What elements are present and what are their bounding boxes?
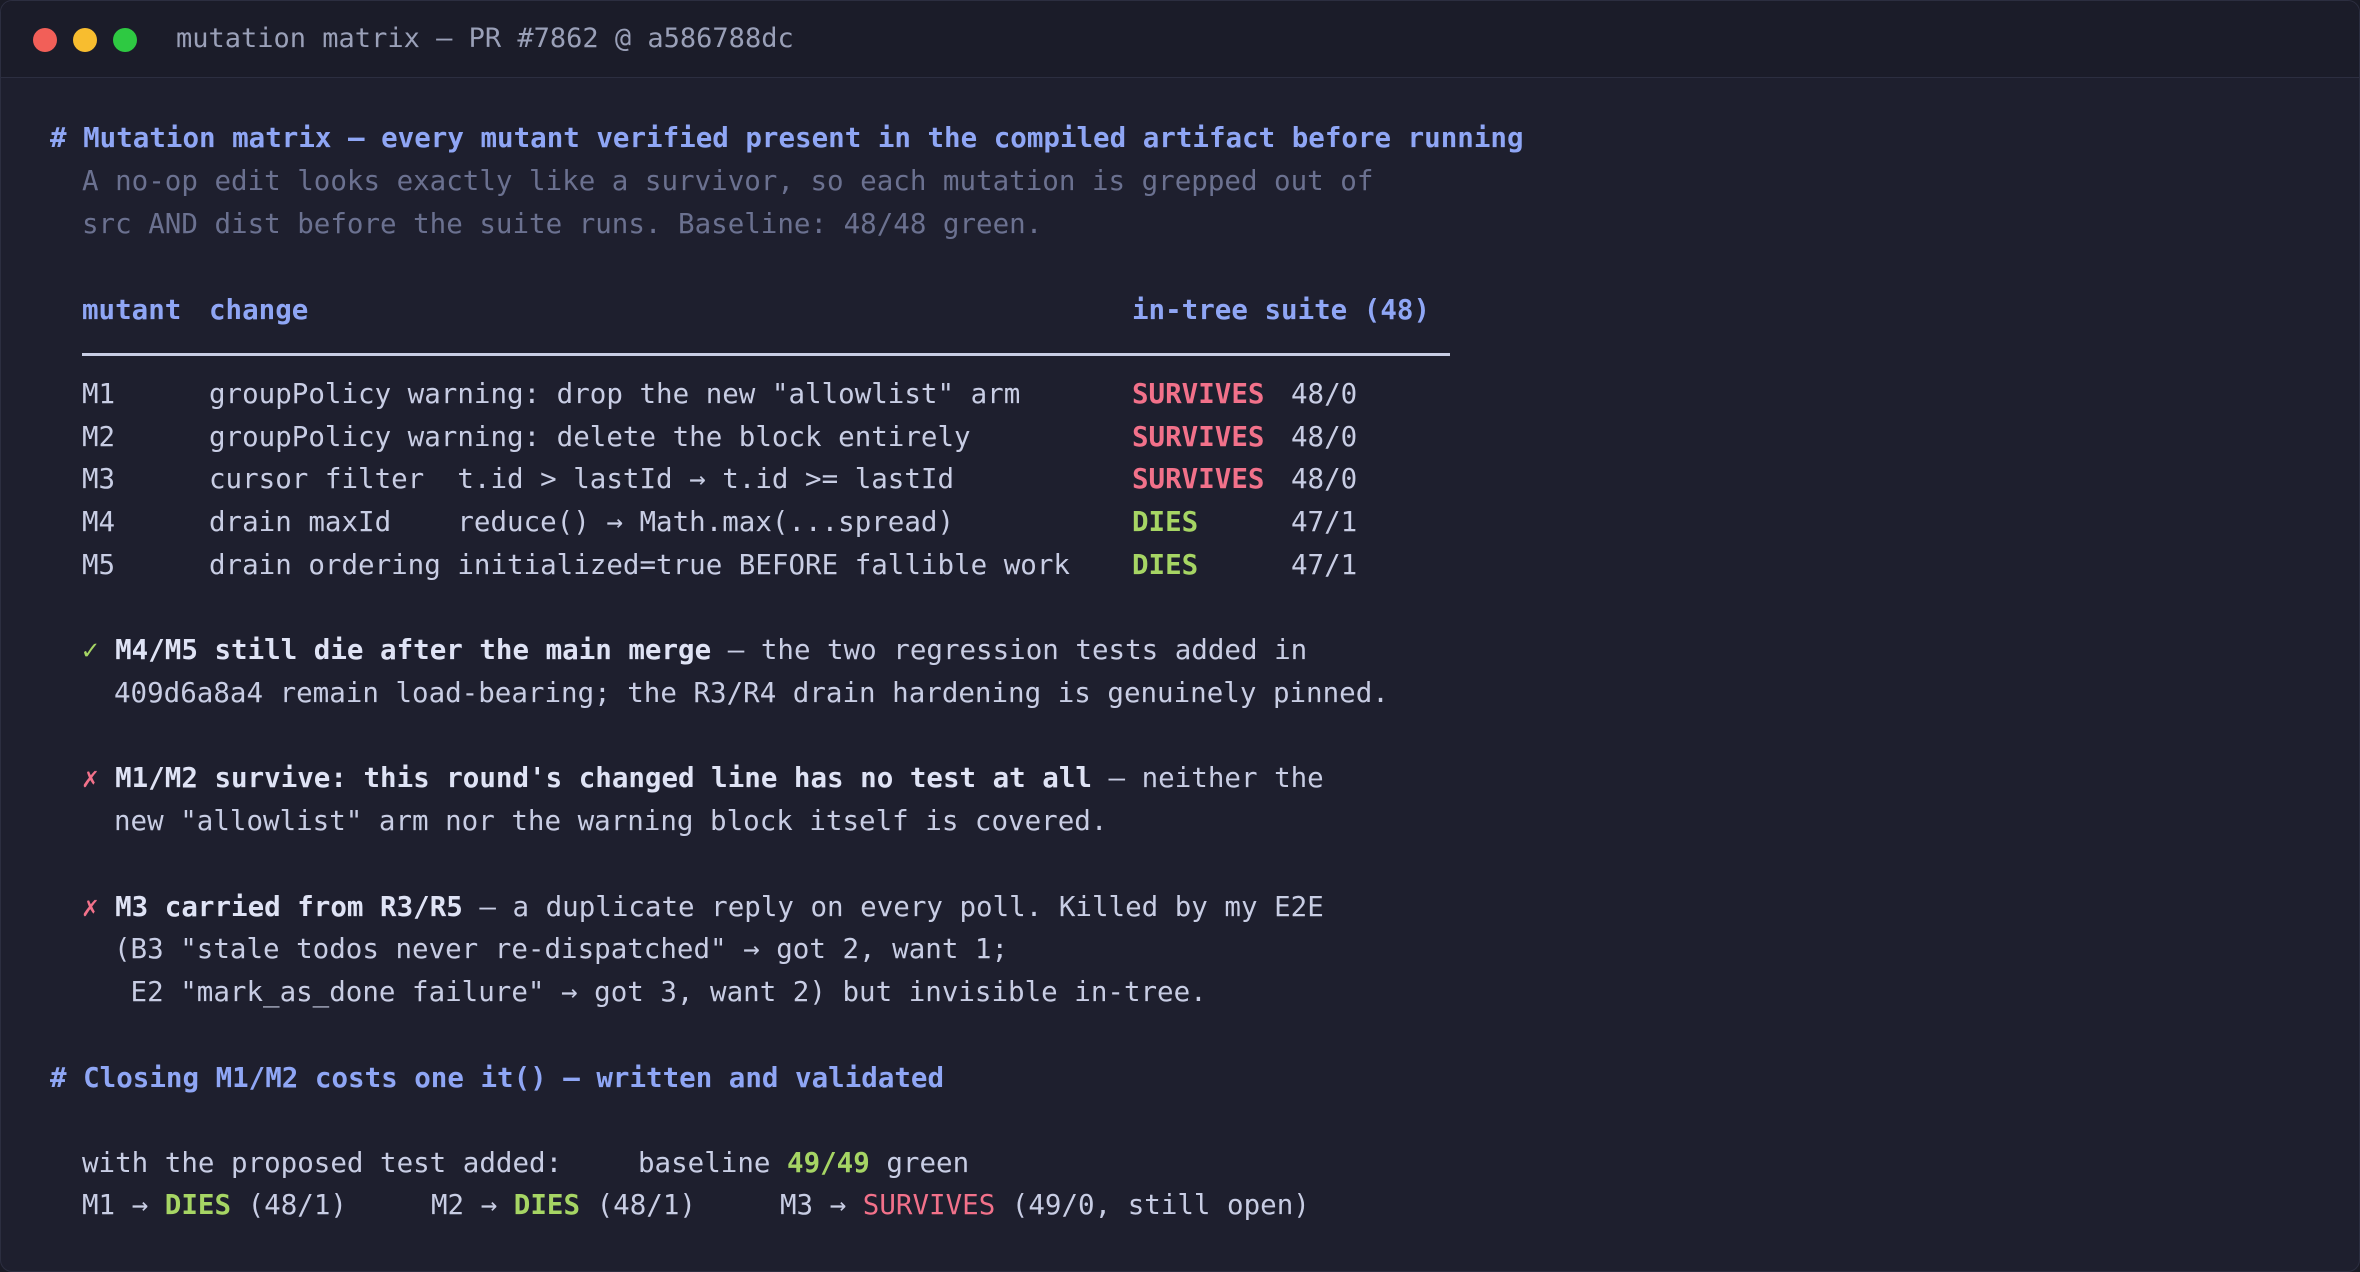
note-text: (B3 "stale todos never re-dispatched" → …	[114, 933, 1009, 965]
mutant-id: M3	[82, 463, 116, 495]
mutant-result: SURVIVES	[1132, 378, 1265, 410]
close-button[interactable]	[33, 28, 57, 52]
proposed-label: with the proposed test added:	[82, 1147, 563, 1179]
maximize-button[interactable]	[113, 28, 137, 52]
note-title: M1/M2 survive: this round's changed line…	[115, 762, 1092, 794]
closing-heading: # Closing M1/M2 costs one it() — written…	[50, 1062, 945, 1094]
note-text: — a duplicate reply on every poll. Kille…	[462, 891, 1324, 923]
mutant-id: M2	[82, 421, 116, 453]
cross-icon: ✗	[82, 891, 99, 923]
cross-icon: ✗	[82, 762, 99, 794]
status-badge: DIES	[164, 1189, 232, 1221]
note-title: M4/M5 still die after the main merge	[115, 634, 712, 666]
check-icon: ✓	[82, 634, 99, 666]
mutant-result: DIES	[1132, 506, 1199, 538]
window-title: mutation matrix — PR #7862 @ a586788dc	[176, 23, 794, 54]
mutant-id: M4	[82, 506, 116, 538]
col-header-suite: in-tree suite (48)	[1132, 294, 1431, 326]
mutant-score: 48/0	[1291, 463, 1358, 495]
intro-line-1: A no-op edit looks exactly like a surviv…	[82, 165, 1374, 197]
note-title: M3 carried from R3/R5	[115, 891, 463, 923]
mutant-result: SURVIVES	[1132, 421, 1265, 453]
intro-line-2: src AND dist before the suite runs. Base…	[82, 208, 1043, 240]
mutant-change: groupPolicy warning: drop the new "allow…	[209, 378, 1021, 410]
note-text: 409d6a8a4 remain load-bearing; the R3/R4…	[114, 677, 1389, 709]
mutant-score: 47/1	[1291, 549, 1358, 581]
mutant-change: drain ordering initialized=true BEFORE f…	[209, 549, 1070, 581]
mutant-score: 47/1	[1291, 506, 1358, 538]
col-header-change: change	[209, 294, 309, 326]
note-fail: ✗ M3 carried from R3/R5 — a duplicate re…	[82, 887, 1324, 927]
matrix-heading: # Mutation matrix — every mutant verifie…	[50, 122, 1524, 154]
terminal-window: mutation matrix — PR #7862 @ a586788dc #…	[0, 0, 2360, 1272]
note-pass: ✓ M4/M5 still die after the main merge —…	[82, 630, 1307, 670]
mutant-score: 48/0	[1291, 421, 1358, 453]
baseline-status: baseline 49/49 green	[638, 1147, 970, 1179]
result-m2: M2 → DIES (48/1)	[431, 1189, 696, 1221]
minimize-button[interactable]	[73, 28, 97, 52]
mutant-result: DIES	[1132, 549, 1199, 581]
note-text: new "allowlist" arm nor the warning bloc…	[114, 805, 1108, 837]
status-badge: DIES	[513, 1189, 581, 1221]
result-m3: M3 → SURVIVES (49/0, still open)	[780, 1189, 1310, 1221]
col-header-mutant: mutant	[82, 294, 182, 326]
mutant-change: cursor filter t.id > lastId → t.id >= la…	[209, 463, 955, 495]
mutant-id: M1	[82, 378, 116, 410]
mutant-result: SURVIVES	[1132, 463, 1265, 495]
table-header-divider	[82, 353, 1450, 356]
mutant-change: groupPolicy warning: delete the block en…	[209, 421, 971, 453]
result-m1: M1 → DIES (48/1)	[82, 1189, 347, 1221]
note-text: — the two regression tests added in	[711, 634, 1308, 666]
mutant-id: M5	[82, 549, 116, 581]
status-badge: SURVIVES	[862, 1189, 996, 1221]
note-text: E2 "mark_as_done failure" → got 3, want …	[114, 976, 1207, 1008]
note-text: — neither the	[1091, 762, 1324, 794]
title-bar: mutation matrix — PR #7862 @ a586788dc	[1, 1, 2359, 78]
baseline-value: 49/49	[787, 1147, 870, 1179]
mutant-change: drain maxId reduce() → Math.max(...sprea…	[209, 506, 955, 538]
mutant-score: 48/0	[1291, 378, 1358, 410]
note-fail: ✗ M1/M2 survive: this round's changed li…	[82, 758, 1324, 798]
